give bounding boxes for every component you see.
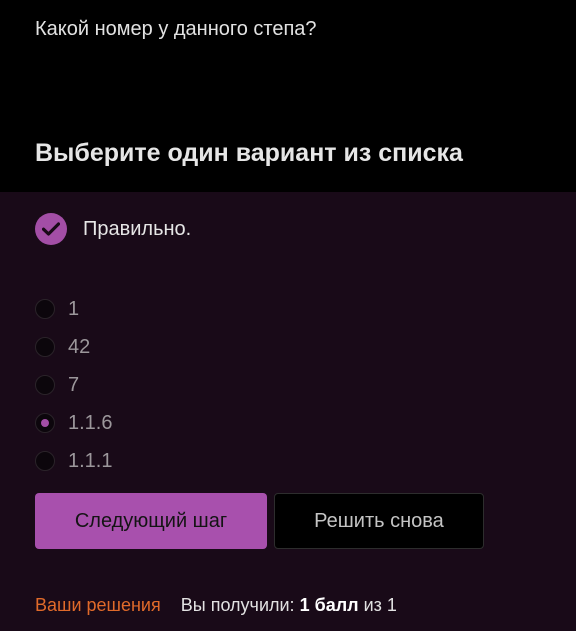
option-label: 42 [68,335,91,358]
radio-button-selected[interactable] [35,413,55,433]
radio-button[interactable] [35,451,55,471]
instruction-heading: Выберите один вариант из списка [35,139,463,167]
solve-again-button[interactable]: Решить снова [274,493,484,549]
option-42[interactable]: 42 [35,328,335,366]
option-label: 7 [68,373,80,396]
radio-button[interactable] [35,337,55,357]
options-list: 1 42 7 1.1.6 1.1.1 [35,290,335,480]
option-label: 1 [68,297,80,320]
next-step-button[interactable]: Следующий шаг [35,493,267,549]
footer: Ваши решения Вы получили: 1 балл из 1 [35,594,397,616]
score-value: 1 балл [299,595,359,615]
result-status: Правильно. [35,213,191,245]
option-1[interactable]: 1 [35,290,335,328]
score-suffix: из 1 [363,595,397,615]
option-label: 1.1.1 [68,449,113,472]
radio-button[interactable] [35,375,55,395]
option-1-1-6[interactable]: 1.1.6 [35,404,335,442]
your-solutions-link[interactable]: Ваши решения [35,595,161,615]
score-prefix: Вы получили: [180,595,295,615]
option-label: 1.1.6 [68,411,113,434]
radio-button[interactable] [35,299,55,319]
result-label: Правильно. [83,217,192,240]
score-text: Вы получили: 1 балл из 1 [181,595,397,615]
question-text: Какой номер у данного степа? [35,18,317,40]
question-header: Какой номер у данного степа? Выберите од… [0,0,576,192]
radio-selected-dot [41,419,49,427]
option-1-1-1[interactable]: 1.1.1 [35,442,335,480]
check-icon [35,213,67,245]
option-7[interactable]: 7 [35,366,335,404]
